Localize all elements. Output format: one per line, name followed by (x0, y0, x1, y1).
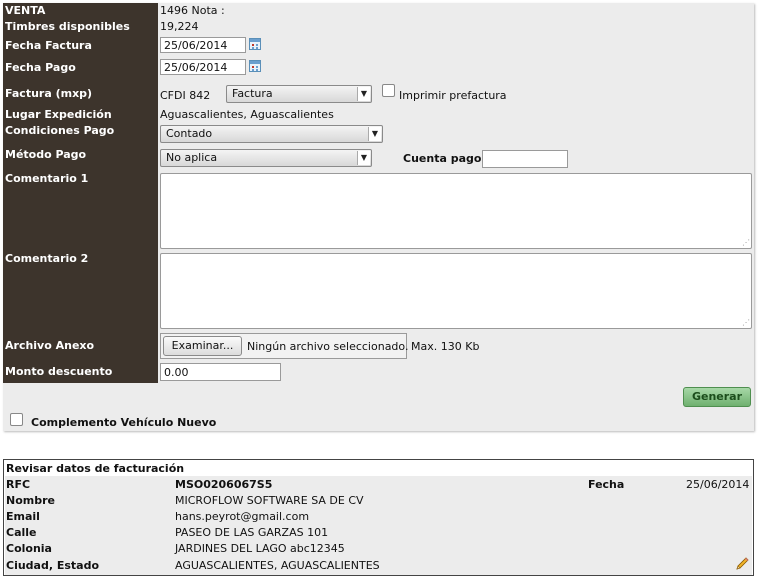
calendar-icon[interactable] (249, 60, 261, 72)
factura-prefix: CFDI 842 (160, 89, 211, 102)
examinar-button[interactable]: Examinar... (163, 336, 242, 356)
factura-select[interactable]: Factura ▼ (226, 85, 372, 103)
rfc-label: RFC (6, 478, 31, 491)
fecha-pago-input[interactable]: 25/06/2014 (160, 59, 246, 75)
calle-value: PASEO DE LAS GARZAS 101 (175, 526, 329, 539)
fecha-factura-input[interactable]: 25/06/2014 (160, 37, 246, 53)
factura-label: Factura (mxp) (5, 87, 93, 100)
venta-label: VENTA (5, 4, 46, 17)
archivo-max: Max. 130 Kb (411, 340, 480, 353)
imprimir-prefactura-checkbox[interactable] (382, 84, 395, 97)
chevron-down-icon: ▼ (368, 127, 381, 141)
complemento-checkbox[interactable] (10, 413, 23, 426)
resize-grip-icon[interactable]: ⋰ (742, 319, 750, 327)
condiciones-label: Condiciones Pago (5, 124, 115, 137)
monto-descuento-input[interactable]: 0.00 (160, 363, 281, 381)
venta-value: 1496 Nota : (160, 4, 225, 17)
colonia-value: JARDINES DEL LAGO abc12345 (175, 542, 345, 555)
fecha-value: 25/06/2014 (686, 478, 750, 491)
ciudad-label: Ciudad, Estado (6, 559, 100, 572)
nombre-label: Nombre (6, 494, 55, 507)
invoice-form-panel: VENTA Timbres disponibles Fecha Factura … (3, 3, 754, 431)
timbres-value: 19,224 (160, 20, 199, 33)
ciudad-value: AGUASCALIENTES, AGUASCALIENTES (175, 559, 380, 572)
factura-select-value: Factura (232, 87, 273, 100)
comentario2-textarea[interactable]: ⋰ (160, 253, 752, 329)
fecha-pago-label: Fecha Pago (5, 61, 76, 74)
lugar-label: Lugar Expedición (5, 108, 112, 121)
review-panel: Revisar datos de facturación RFC MSO0206… (3, 459, 754, 576)
monto-label: Monto descuento (5, 365, 113, 378)
archivo-status: Ningún archivo seleccionado. (247, 340, 409, 353)
comentario2-label: Comentario 2 (5, 252, 89, 265)
generar-button[interactable]: Generar (683, 387, 751, 407)
timbres-label: Timbres disponibles (5, 20, 130, 33)
archivo-label: Archivo Anexo (5, 339, 95, 352)
file-input[interactable]: Examinar... Ningún archivo seleccionado. (160, 333, 409, 359)
review-body: RFC MSO0206067S5 Fecha 25/06/2014 Nombre… (5, 476, 752, 575)
metodo-label: Método Pago (5, 148, 87, 161)
imprimir-prefactura-label: Imprimir prefactura (399, 89, 507, 102)
resize-grip-icon[interactable]: ⋰ (742, 239, 750, 247)
email-label: Email (6, 510, 40, 523)
comentario1-textarea[interactable]: ⋰ (160, 173, 752, 249)
rfc-value: MSO0206067S5 (175, 478, 273, 491)
calle-label: Calle (6, 526, 37, 539)
cuenta-pago-input[interactable] (482, 150, 568, 168)
fecha-label: Fecha (588, 478, 625, 491)
metodo-select[interactable]: No aplica ▼ (160, 149, 372, 167)
complemento-label: Complemento Vehículo Nuevo (31, 416, 217, 429)
chevron-down-icon: ▼ (357, 151, 370, 165)
colonia-label: Colonia (6, 542, 52, 555)
cuenta-pago-label: Cuenta pago (403, 152, 482, 165)
lugar-value: Aguascalientes, Aguascalientes (160, 108, 334, 121)
pencil-icon[interactable] (734, 556, 750, 572)
nombre-value: MICROFLOW SOFTWARE SA DE CV (175, 494, 364, 507)
email-value: hans.peyrot@gmail.com (175, 510, 310, 523)
label-column: VENTA Timbres disponibles Fecha Factura … (3, 3, 158, 383)
review-title: Revisar datos de facturación (6, 462, 185, 475)
comentario1-label: Comentario 1 (5, 172, 89, 185)
condiciones-select-value: Contado (166, 127, 213, 140)
chevron-down-icon: ▼ (357, 87, 370, 101)
condiciones-select[interactable]: Contado ▼ (160, 125, 383, 143)
calendar-icon[interactable] (249, 38, 261, 50)
fecha-factura-label: Fecha Factura (5, 39, 92, 52)
metodo-select-value: No aplica (166, 151, 218, 164)
